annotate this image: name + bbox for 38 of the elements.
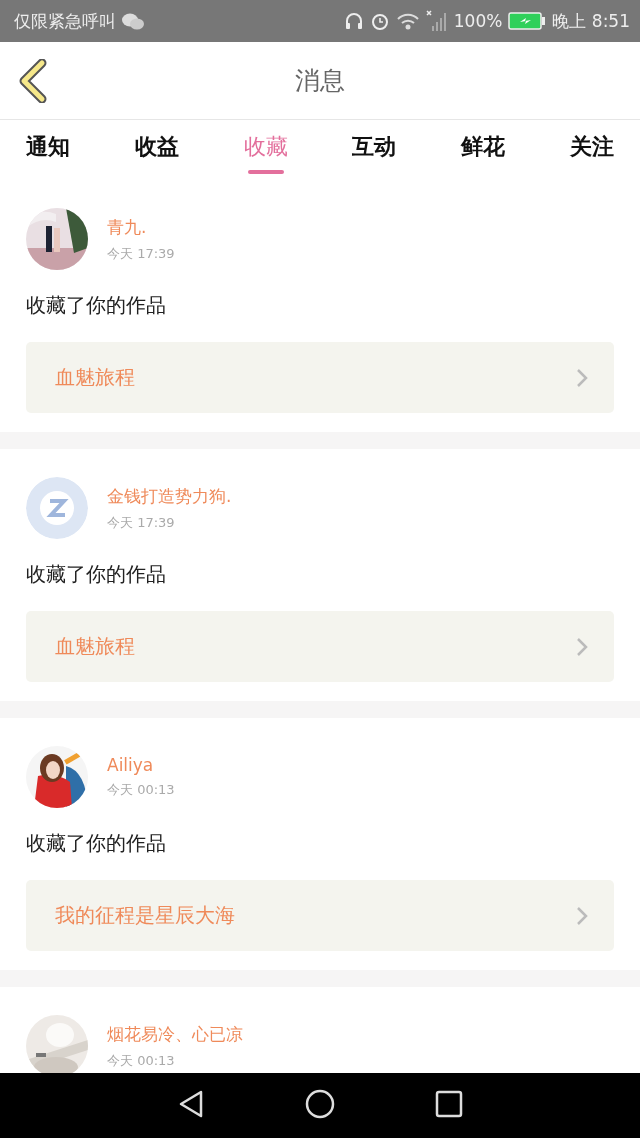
chevron-right-icon <box>576 636 588 657</box>
message-text: 收藏了你的作品 <box>26 830 167 857</box>
wifi-icon <box>395 11 420 31</box>
user-name[interactable]: 烟花易冷、心已凉 <box>107 1022 243 1046</box>
home-nav-icon[interactable] <box>305 1089 335 1119</box>
battery-icon <box>508 12 547 30</box>
work-link[interactable]: 我的征程是星辰大海 <box>26 880 614 951</box>
page-title: 消息 <box>295 65 345 97</box>
message-time: 今天 00:13 <box>107 1051 176 1070</box>
chevron-right-icon <box>576 905 588 926</box>
back-button[interactable] <box>18 58 48 103</box>
default-avatar-icon <box>26 477 88 539</box>
user-name[interactable]: Ailiya <box>107 755 175 775</box>
signal-icon <box>425 10 448 32</box>
work-link[interactable]: 血魅旅程 <box>26 611 614 682</box>
work-link[interactable]: 血魅旅程 <box>26 342 614 413</box>
back-nav-icon[interactable] <box>177 1089 205 1119</box>
clock-text: 晚上 8:51 <box>552 9 630 33</box>
message-time: 今天 17:39 <box>107 244 175 263</box>
tab[interactable]: 收益 <box>134 120 179 176</box>
message-time: 今天 00:13 <box>107 781 175 799</box>
tab[interactable]: 互动 <box>352 120 397 176</box>
user-name[interactable]: 金钱打造势力狗. <box>107 484 232 508</box>
tab[interactable]: 通知 <box>26 120 70 176</box>
tab[interactable]: 鲜花 <box>461 120 506 176</box>
chevron-right-icon <box>576 367 588 388</box>
recents-nav-icon[interactable] <box>435 1090 463 1118</box>
message-text: 收藏了你的作品 <box>26 561 167 588</box>
battery-text: 100% <box>453 11 503 31</box>
carrier-text: 仅限紧急呼叫 <box>14 9 116 33</box>
headphones-icon <box>343 11 364 31</box>
tab[interactable]: 收藏 <box>243 120 288 176</box>
alarm-icon <box>369 11 390 31</box>
user-name[interactable]: 青九. <box>107 215 175 239</box>
chat-icon <box>122 12 144 30</box>
message-time: 今天 17:39 <box>107 513 176 532</box>
tab[interactable]: 关注 <box>570 120 614 176</box>
message-text: 收藏了你的作品 <box>26 292 167 319</box>
